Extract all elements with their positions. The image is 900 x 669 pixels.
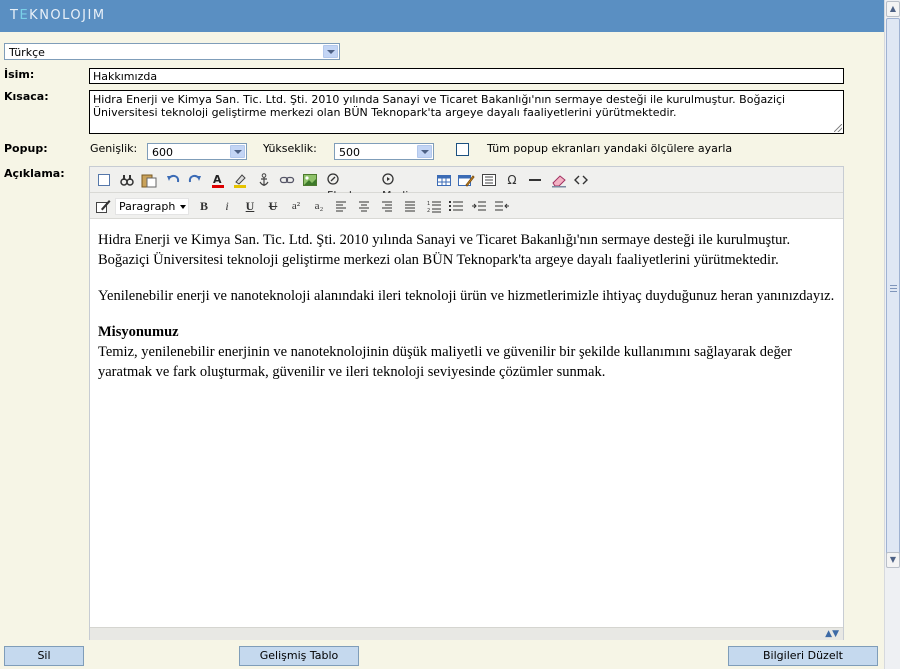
description-label: Açıklama: <box>4 167 65 180</box>
text-color-icon[interactable]: A <box>210 172 226 188</box>
height-select-value: 500 <box>339 146 360 159</box>
template-icon[interactable] <box>481 172 497 188</box>
numbered-list-icon[interactable]: 12 <box>426 198 442 214</box>
link-icon[interactable] <box>279 172 295 188</box>
height-select[interactable]: 500 <box>334 143 434 160</box>
chevron-down-icon[interactable] <box>230 145 245 158</box>
width-label: Genişlik: <box>90 142 138 155</box>
app-header: TEKNOLOJIM <box>0 0 884 32</box>
editor-paragraph: Yenilenebilir enerji ve nanoteknoloji al… <box>98 288 835 304</box>
horizontal-rule-icon[interactable] <box>527 172 543 188</box>
align-justify-icon[interactable] <box>403 198 417 214</box>
strikethrough-button[interactable]: U <box>266 198 280 214</box>
eraser-icon[interactable] <box>550 172 568 188</box>
popup-size-checkbox[interactable] <box>456 143 469 156</box>
scroll-up-button[interactable]: ▲ <box>886 1 900 17</box>
subscript-button[interactable]: a₂ <box>311 198 327 214</box>
svg-text:2: 2 <box>427 208 430 214</box>
scroll-thumb[interactable] <box>886 18 900 562</box>
align-right-icon[interactable] <box>380 198 394 214</box>
editor-content[interactable]: Hidra Enerji ve Kimya San. Tic. Ltd. Şti… <box>90 220 843 627</box>
new-document-icon[interactable] <box>96 172 112 188</box>
editor-paragraph: Temiz, yenilenebilir enerjinin ve nanote… <box>98 344 792 380</box>
name-input[interactable]: Hakkımızda <box>89 68 844 84</box>
table-icon[interactable] <box>436 172 452 188</box>
editor-statusbar: ▲▼ <box>90 627 843 640</box>
align-left-icon[interactable] <box>334 198 348 214</box>
svg-text:A: A <box>213 173 222 186</box>
scroll-down-button[interactable]: ▼ <box>886 552 900 568</box>
rich-text-editor: A Flash Media Ω Paragraph B i U U a² a₂ … <box>89 166 844 640</box>
image-icon[interactable] <box>302 172 318 188</box>
delete-button[interactable]: Sil <box>4 646 84 666</box>
chevron-down-icon[interactable] <box>323 45 338 58</box>
chevron-down-icon[interactable] <box>180 205 186 209</box>
advanced-table-button[interactable]: Gelişmiş Tablo <box>239 646 359 666</box>
html-source-icon[interactable] <box>573 172 589 188</box>
popup-label: Popup: <box>4 142 48 155</box>
block-format-select[interactable]: Paragraph <box>115 198 189 215</box>
summary-textarea[interactable]: Hidra Enerji ve Kimya San. Tic. Ltd. Şti… <box>89 90 844 134</box>
style-edit-icon[interactable] <box>95 198 111 214</box>
editor-toolbar-1: A Flash Media Ω <box>90 167 843 202</box>
media-button[interactable]: Media <box>382 172 430 202</box>
resize-handle-icon[interactable] <box>834 124 842 132</box>
svg-text:1: 1 <box>427 201 430 207</box>
bold-button[interactable]: B <box>197 198 211 214</box>
editor-toolbar-2: Paragraph B i U U a² a₂ 12 <box>90 193 843 219</box>
width-select-value: 600 <box>152 146 173 159</box>
summary-text: Hidra Enerji ve Kimya San. Tic. Ltd. Şti… <box>93 93 786 119</box>
language-select-value: Türkçe <box>9 46 45 59</box>
editor-paragraph: Hidra Enerji ve Kimya San. Tic. Ltd. Şti… <box>98 232 791 268</box>
underline-button[interactable]: U <box>243 198 257 214</box>
undo-icon[interactable] <box>165 172 181 188</box>
anchor-icon[interactable] <box>256 172 272 188</box>
flash-button[interactable]: Flash <box>327 172 369 202</box>
find-icon[interactable] <box>119 172 135 188</box>
summary-label: Kısaca: <box>4 90 49 103</box>
paste-icon[interactable] <box>140 172 158 188</box>
resize-arrows-icon[interactable]: ▲▼ <box>825 629 839 639</box>
width-select[interactable]: 600 <box>147 143 247 160</box>
popup-checkbox-label: Tüm popup ekranları yandaki ölçülere aya… <box>487 142 733 155</box>
align-center-icon[interactable] <box>357 198 371 214</box>
table-edit-icon[interactable] <box>457 172 475 188</box>
height-label: Yükseklik: <box>263 142 317 155</box>
name-label: İsim: <box>4 68 35 81</box>
redo-icon[interactable] <box>187 172 203 188</box>
highlight-color-icon[interactable] <box>232 172 248 188</box>
page-scrollbar[interactable]: ▲ ▼ <box>884 0 900 669</box>
special-char-icon[interactable]: Ω <box>504 172 520 188</box>
italic-button[interactable]: i <box>220 198 234 214</box>
outdent-icon[interactable] <box>494 198 510 214</box>
bullet-list-icon[interactable] <box>448 198 464 214</box>
chevron-down-icon[interactable] <box>417 145 432 158</box>
editor-heading: Misyonumuz <box>98 324 179 340</box>
language-select[interactable]: Türkçe <box>4 43 340 60</box>
logo: TEKNOLOJIM <box>10 8 106 23</box>
block-format-value: Paragraph <box>119 200 176 213</box>
superscript-button[interactable]: a² <box>288 198 304 214</box>
indent-icon[interactable] <box>471 198 487 214</box>
save-button[interactable]: Bilgileri Düzelt <box>728 646 878 666</box>
